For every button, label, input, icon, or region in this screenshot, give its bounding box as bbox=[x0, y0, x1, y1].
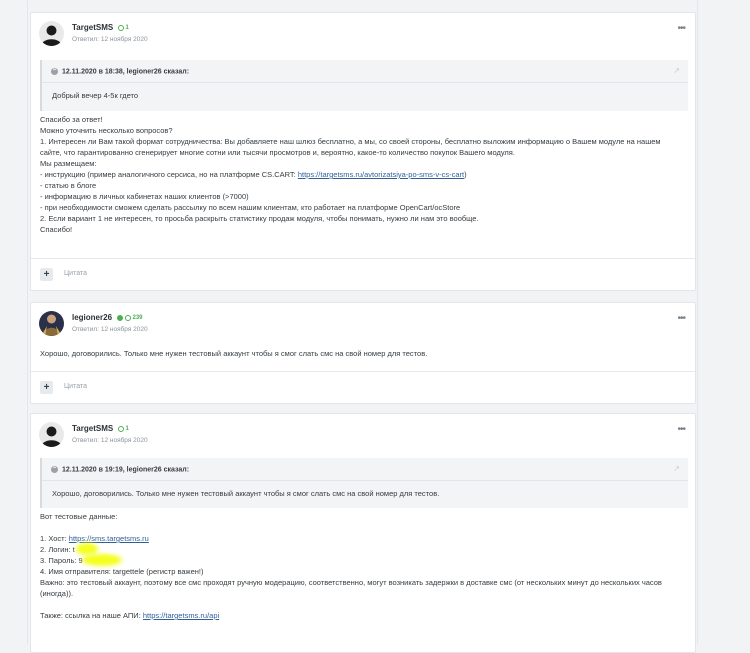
content-line: Спасибо за ответ! bbox=[40, 115, 103, 124]
post-footer: + Цитата bbox=[31, 371, 695, 403]
host-line: 1. Хост: https://sms.targetsms.ru bbox=[40, 533, 662, 544]
cs-cart-link[interactable]: https://targetsms.ru/avtorizatsiya-po-sm… bbox=[298, 170, 464, 179]
content-line: Важно: это тестовый аккаунт, поэтому все… bbox=[40, 578, 662, 587]
post-menu-icon[interactable]: ••• bbox=[677, 23, 685, 34]
reputation-icon bbox=[118, 426, 125, 433]
post-menu-icon[interactable]: ••• bbox=[677, 313, 685, 324]
reputation-icon bbox=[117, 315, 124, 322]
author-label[interactable]: TargetSMS bbox=[72, 23, 113, 32]
content-line: (иногда)). bbox=[40, 589, 74, 598]
quote-icon: ❝ bbox=[51, 68, 58, 75]
host-link[interactable]: https://sms.targetsms.ru bbox=[69, 534, 149, 543]
post-date: Ответил: 12 ноября 2020 bbox=[72, 437, 148, 444]
content-line: 2. Если вариант 1 не интересен, то прось… bbox=[40, 214, 479, 223]
avatar[interactable] bbox=[39, 422, 64, 447]
add-icon[interactable]: + bbox=[40, 381, 53, 394]
login-text: 2. Логин: t bbox=[40, 545, 75, 554]
content-line: Вот тестовые данные: bbox=[40, 512, 118, 521]
right-column-border bbox=[697, 0, 698, 644]
post: TargetSMS 1 Ответил: 12 ноября 2020 ••• … bbox=[30, 413, 696, 653]
content-line: - при необходимости сможем сделать рассы… bbox=[40, 203, 461, 212]
reputation-count: 1 bbox=[125, 426, 129, 433]
instruction-suffix: ) bbox=[464, 170, 467, 179]
content-line: Мы размещаем: bbox=[40, 159, 97, 168]
post-content: Спасибо за ответ! Можно уточнить несколь… bbox=[40, 114, 661, 235]
reputation-icon bbox=[125, 315, 132, 322]
post-date: Ответил: 12 ноября 2020 bbox=[72, 326, 148, 333]
content-line: Спасибо! bbox=[40, 225, 73, 234]
reputation-count: 1 bbox=[125, 25, 129, 32]
quote-button[interactable]: Цитата bbox=[64, 383, 87, 390]
author-label[interactable]: legioner26 bbox=[72, 313, 112, 322]
author-label[interactable]: TargetSMS bbox=[72, 424, 113, 433]
login-line: 2. Логин: t bbox=[40, 543, 662, 555]
post-footer: + Цитата bbox=[31, 258, 695, 290]
reputation-badge: 239 bbox=[117, 313, 143, 322]
quote-header: ❝ 12.11.2020 в 18:38, legioner26 сказал: bbox=[51, 68, 189, 75]
api-line: Также: ссылка на наше АПИ: https://targe… bbox=[40, 610, 662, 621]
quote-body: Хорошо, договорились. Только мне нужен т… bbox=[52, 489, 440, 498]
quote-icon: ❝ bbox=[51, 466, 58, 473]
instruction-text: - инструкцию (пример аналогичного серсис… bbox=[40, 170, 298, 179]
redaction-mark bbox=[76, 543, 98, 555]
content-line-instruction: - инструкцию (пример аналогичного серсис… bbox=[40, 169, 661, 180]
quote-divider bbox=[42, 82, 688, 83]
author-name[interactable]: TargetSMS 1 bbox=[72, 23, 129, 32]
content-line: Хорошо, договорились. Только мне нужен т… bbox=[40, 349, 428, 358]
content-line: Можно уточнить несколько вопросов? bbox=[40, 126, 173, 135]
quote-header: ❝ 12.11.2020 в 19:19, legioner26 сказал: bbox=[51, 466, 189, 473]
post-header: TargetSMS 1 Ответил: 12 ноября 2020 bbox=[39, 21, 679, 47]
post: TargetSMS 1 Ответил: 12 ноября 2020 ••• … bbox=[30, 12, 696, 291]
password-text: 3. Пароль: 9 bbox=[40, 556, 83, 565]
content-line: - статью в блоге bbox=[40, 181, 97, 190]
content-line: 1. Интересен ли Вам такой формат сотрудн… bbox=[40, 137, 661, 146]
quote-button[interactable]: Цитата bbox=[64, 270, 87, 277]
redaction-mark bbox=[82, 554, 122, 566]
api-link[interactable]: https://targetsms.ru/api bbox=[143, 611, 219, 620]
quote-header-text: 12.11.2020 в 18:38, legioner26 сказал: bbox=[62, 68, 190, 76]
content-line: - информацию в личных кабинетах наших кл… bbox=[40, 192, 249, 201]
password-line: 3. Пароль: 9 bbox=[40, 554, 662, 566]
reputation-badge: 1 bbox=[118, 424, 129, 433]
reputation-badge: 1 bbox=[118, 23, 129, 32]
quote-link-icon[interactable]: ↗ bbox=[673, 66, 680, 75]
author-name[interactable]: legioner26 239 bbox=[72, 313, 143, 322]
post-content: Хорошо, договорились. Только мне нужен т… bbox=[40, 348, 427, 359]
reputation-count: 239 bbox=[132, 315, 143, 322]
add-icon[interactable]: + bbox=[40, 268, 53, 281]
content-line: сайте, что гарантированно сгенерирует мн… bbox=[40, 148, 515, 157]
quote-body: Добрый вечер 4-5к гдето bbox=[52, 91, 139, 100]
post-content: Вот тестовые данные: 1. Хост: https://sm… bbox=[40, 511, 662, 621]
quote-block: ❝ 12.11.2020 в 19:19, legioner26 сказал: … bbox=[40, 458, 688, 508]
post-date: Ответил: 12 ноября 2020 bbox=[72, 36, 148, 43]
avatar[interactable] bbox=[39, 311, 64, 336]
post-menu-icon[interactable]: ••• bbox=[677, 424, 685, 435]
post-header: legioner26 239 Ответил: 12 ноября 2020 bbox=[39, 311, 679, 337]
quote-block: ❝ 12.11.2020 в 18:38, legioner26 сказал: … bbox=[40, 60, 688, 111]
quote-header-text: 12.11.2020 в 19:19, legioner26 сказал: bbox=[62, 466, 190, 474]
quote-link-icon[interactable]: ↗ bbox=[673, 464, 680, 473]
quote-divider bbox=[42, 480, 688, 481]
content-line: 4. Имя отправителя: targettele (регистр … bbox=[40, 567, 204, 576]
reputation-icon bbox=[118, 25, 125, 32]
avatar[interactable] bbox=[39, 21, 64, 46]
api-label: Также: ссылка на наше АПИ: bbox=[40, 611, 143, 620]
author-name[interactable]: TargetSMS 1 bbox=[72, 424, 129, 433]
left-column-border bbox=[27, 0, 28, 644]
post-header: TargetSMS 1 Ответил: 12 ноября 2020 bbox=[39, 422, 679, 448]
post: legioner26 239 Ответил: 12 ноября 2020 •… bbox=[30, 302, 696, 404]
host-label: 1. Хост: bbox=[40, 534, 69, 543]
